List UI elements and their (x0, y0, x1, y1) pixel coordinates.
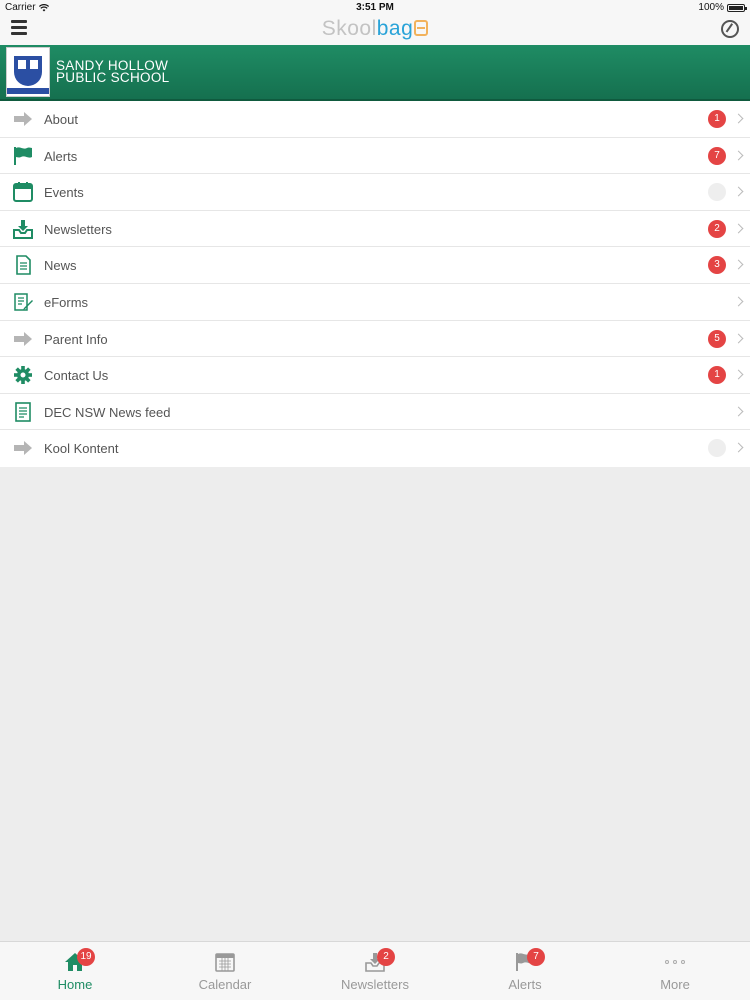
sync-icon[interactable] (721, 20, 739, 38)
menu-item-eforms[interactable]: eForms (0, 283, 750, 321)
chevron-right-icon (733, 333, 744, 344)
menu-item-label: About (44, 112, 78, 127)
tab-home[interactable]: 19 Home (0, 942, 150, 1000)
menu-list: About 1 Alerts 7 Events Newsletters 2 Ne… (0, 101, 750, 467)
tab-alerts[interactable]: 7 Alerts (450, 942, 600, 1000)
more-dots-icon (665, 960, 685, 964)
menu-item-news[interactable]: News 3 (0, 247, 750, 284)
tab-more[interactable]: More (600, 942, 750, 1000)
school-name: SANDY HOLLOW PUBLIC SCHOOL (56, 59, 170, 85)
arrow-right-icon (12, 438, 34, 458)
notification-badge: 5 (708, 329, 726, 348)
notification-badge: 1 (708, 110, 726, 128)
menu-item-newsletters[interactable]: Newsletters 2 (0, 210, 750, 248)
calendar-icon (12, 182, 34, 203)
brand-bag: bag (376, 17, 414, 40)
tab-label: Alerts (508, 977, 542, 992)
chevron-right-icon (733, 113, 744, 124)
menu-item-label: Contact Us (44, 368, 109, 384)
menu-item-about[interactable]: About 1 (0, 101, 750, 138)
notification-badge (708, 183, 726, 202)
battery-percent: 100% (698, 2, 724, 13)
battery-icon (727, 3, 747, 12)
chevron-right-icon (733, 442, 744, 453)
notification-badge: 2 (708, 219, 726, 238)
chevron-right-icon (733, 223, 744, 234)
notification-badge: 1 (708, 366, 726, 385)
clock: 3:51 PM (356, 2, 394, 13)
arrow-right-icon (12, 109, 34, 129)
school-name-line2: PUBLIC SCHOOL (56, 70, 170, 85)
menu-item-parent-info[interactable]: Parent Info 5 (0, 320, 750, 358)
menu-item-label: News (44, 258, 77, 274)
menu-item-events[interactable]: Events (0, 174, 750, 211)
menu-item-kool-kontent[interactable]: Kool Kontent (0, 430, 750, 467)
notification-badge (708, 439, 726, 458)
battery-status: 100% (698, 2, 747, 13)
tab-badge: 19 (77, 948, 95, 966)
menu-item-label: eForms (44, 294, 89, 310)
chevron-right-icon (733, 259, 744, 270)
schoolbag-icon (414, 20, 429, 36)
tab-label: More (660, 977, 690, 992)
menu-item-contact-us[interactable]: Contact Us 1 (0, 357, 750, 394)
tab-label: Home (57, 977, 93, 992)
arrow-right-icon (12, 329, 34, 349)
menu-item-label: Kool Kontent (44, 441, 119, 457)
chevron-right-icon (733, 406, 744, 417)
tab-label: Newsletters (341, 977, 409, 992)
menu-item-label: Alerts (44, 148, 78, 164)
calendar-icon (214, 952, 236, 972)
menu-item-label: Newsletters (44, 221, 112, 237)
gear-icon (12, 365, 34, 385)
chevron-right-icon (733, 186, 744, 197)
tab-bar: 19 Home Calendar 2 Newsletters 7 Alerts … (0, 941, 750, 1000)
nav-bar: Skoolbag (0, 16, 750, 45)
notification-badge: 7 (708, 146, 726, 165)
menu-item-label: Events (44, 185, 84, 201)
flag-icon (12, 146, 34, 166)
notification-badge: 3 (708, 256, 726, 275)
tab-newsletters[interactable]: 2 Newsletters (300, 942, 450, 1000)
status-bar: Carrier 3:51 PM 100% (0, 0, 750, 16)
brand-skool: Skool (321, 17, 377, 40)
app-logo: Skoolbag (0, 17, 750, 41)
menu-item-dec-nsw-news-feed[interactable]: DEC NSW News feed (0, 393, 750, 431)
tab-calendar[interactable]: Calendar (150, 942, 300, 1000)
inbox-download-icon (12, 219, 34, 239)
tab-badge: 7 (527, 948, 545, 966)
chevron-right-icon (733, 369, 744, 380)
chevron-right-icon (733, 150, 744, 161)
document-icon (12, 255, 34, 276)
menu-item-alerts[interactable]: Alerts 7 (0, 137, 750, 175)
document-icon (12, 401, 34, 422)
school-header: SANDY HOLLOW PUBLIC SCHOOL (0, 45, 750, 101)
menu-item-label: DEC NSW News feed (44, 404, 171, 420)
school-crest-logo (6, 47, 50, 97)
form-edit-icon (12, 292, 34, 312)
tab-label: Calendar (198, 977, 252, 992)
chevron-right-icon (733, 296, 744, 307)
menu-item-label: Parent Info (44, 331, 108, 347)
tab-badge: 2 (377, 948, 395, 966)
